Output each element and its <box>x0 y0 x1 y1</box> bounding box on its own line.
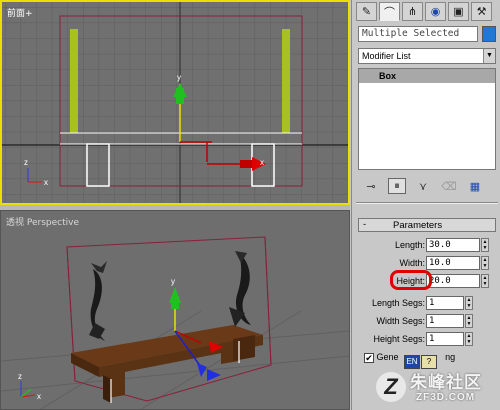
persp-gizmo-y: y <box>171 277 175 286</box>
length-label: Length: <box>394 240 425 250</box>
modifier-stack-toolbar: ⊸ ⏸ ⋎ ⌫ ▦ <box>356 178 498 196</box>
perspective-viewport-label[interactable]: 透视 Perspective <box>6 215 79 228</box>
modify-tab-icon[interactable]: ⌒ <box>379 2 400 21</box>
length-spinner[interactable]: ▲ ▼ <box>481 238 489 252</box>
display-tab-icon[interactable]: ▣ <box>448 2 469 21</box>
persp-axis-z: z <box>18 372 22 381</box>
height-input[interactable]: 20.0 <box>426 274 480 288</box>
front-viewport-label[interactable]: 前面+ <box>7 6 33 19</box>
perspective-viewport-canvas: z x y <box>1 211 349 409</box>
command-panel-tabs: ✎ ⌒ ⋔ ◉ ▣ ⚒ <box>356 2 498 22</box>
watermark-url: ZF3D.COM <box>416 392 476 403</box>
configure-modifier-sets-icon[interactable]: ▦ <box>466 178 484 194</box>
chevron-down-icon: ▼ <box>483 49 495 63</box>
width-input[interactable]: 10.0 <box>426 256 480 270</box>
ime-lang-button[interactable]: EN <box>404 355 420 369</box>
command-panel: ✎ ⌒ ⋔ ◉ ▣ ⚒ Multiple Selected Modifier L… <box>351 0 500 410</box>
stack-item-box[interactable]: Box <box>359 69 495 83</box>
parameters-rollout-header[interactable]: - Parameters <box>358 218 496 232</box>
persp-axis-x: x <box>37 392 41 401</box>
object-color-swatch[interactable] <box>482 26 496 42</box>
gizmo-x-label: x <box>260 158 264 167</box>
perspective-viewport[interactable]: z x y 透视 Perspective <box>0 210 350 410</box>
height-segs-input[interactable]: 1 <box>426 332 464 346</box>
hierarchy-tab-icon[interactable]: ⋔ <box>402 2 423 21</box>
pin-stack-icon[interactable]: ⊸ <box>362 178 380 194</box>
length-segs-spinner[interactable]: ▲ ▼ <box>465 296 473 310</box>
length-row: Length: 30.0 ▲ ▼ <box>352 238 500 252</box>
make-unique-icon[interactable]: ⋎ <box>414 178 432 194</box>
gizmo-y-label: y <box>177 73 181 82</box>
ime-help-button[interactable]: ? <box>421 355 437 369</box>
show-end-result-icon[interactable]: ⏸ <box>388 178 406 194</box>
length-segs-row: Length Segs: 1 ▲ ▼ <box>352 296 500 310</box>
create-tab-icon[interactable]: ✎ <box>356 2 377 21</box>
height-segs-label: Height Segs: <box>373 334 425 344</box>
width-label: Width: <box>399 258 425 268</box>
modifier-list-label: Modifier List <box>362 51 411 61</box>
width-segs-row: Width Segs: 1 ▲ ▼ <box>352 314 500 328</box>
length-segs-input[interactable]: 1 <box>426 296 464 310</box>
width-segs-input[interactable]: 1 <box>426 314 464 328</box>
panel-separator <box>356 202 498 204</box>
site-watermark: Z 朱峰社区 ZF3D.COM <box>376 368 496 408</box>
width-segs-spinner[interactable]: ▲ ▼ <box>465 314 473 328</box>
ime-toolbar: EN ? <box>404 355 437 369</box>
remove-modifier-icon[interactable]: ⌫ <box>440 178 458 194</box>
generate-mapping-checkbox[interactable]: ✔ <box>364 352 374 363</box>
width-segs-label: Width Segs: <box>376 316 425 326</box>
collapse-icon: - <box>363 219 367 230</box>
generate-label: Gene <box>376 352 399 362</box>
width-spinner[interactable]: ▲ ▼ <box>481 256 489 270</box>
utilities-tab-icon[interactable]: ⚒ <box>471 2 492 21</box>
object-name-field[interactable]: Multiple Selected <box>358 26 478 42</box>
front-viewport-canvas: z x y x <box>2 2 348 203</box>
watermark-brand: 朱峰社区 <box>410 373 482 392</box>
watermark-logo-icon: Z <box>376 372 406 402</box>
parameters-title: Parameters <box>393 220 443 231</box>
modifier-stack[interactable]: Box <box>358 68 496 170</box>
width-row: Width: 10.0 ▲ ▼ <box>352 256 500 270</box>
length-input[interactable]: 30.0 <box>426 238 480 252</box>
height-segs-spinner[interactable]: ▲ ▼ <box>465 332 473 346</box>
height-highlight-annotation <box>390 270 432 290</box>
height-segs-row: Height Segs: 1 ▲ ▼ <box>352 332 500 346</box>
front-viewport[interactable]: z x y x 前面+ <box>0 0 350 205</box>
generate-label-tail: ng <box>445 352 456 362</box>
height-spinner[interactable]: ▲ ▼ <box>481 274 489 288</box>
front-axis-z: z <box>24 158 28 167</box>
modifier-list-dropdown[interactable]: Modifier List ▼ <box>358 48 496 64</box>
motion-tab-icon[interactable]: ◉ <box>425 2 446 21</box>
front-axis-x: x <box>44 178 48 187</box>
length-segs-label: Length Segs: <box>371 298 425 308</box>
